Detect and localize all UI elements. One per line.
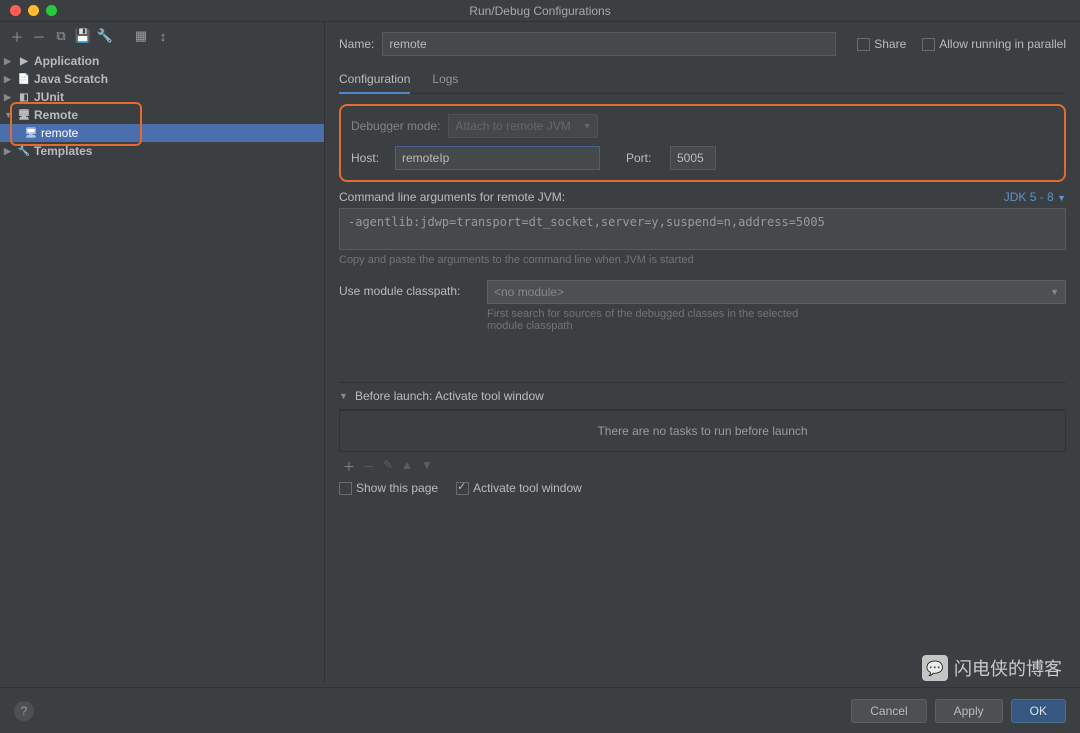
ok-button[interactable]: OK [1011,699,1066,723]
wechat-icon: 💬 [922,655,948,681]
sort-icon[interactable]: ↕ [154,29,172,44]
expand-icon[interactable]: ▶ [4,74,14,85]
debugger-mode-label: Debugger mode: [351,119,440,133]
scratch-icon: 📄 [17,72,31,86]
wrench-icon[interactable]: 🔧 [96,28,114,44]
tree-label: JUnit [34,90,64,104]
config-tree: ▶ ▶ Application ▶ 📄 Java Scratch ▶ ◧ JUn… [0,50,324,682]
apply-button[interactable]: Apply [935,699,1003,723]
cli-args-textarea[interactable]: -agentlib:jdwp=transport=dt_socket,serve… [339,208,1066,250]
junit-icon: ◧ [17,90,31,104]
expand-icon[interactable]: ▶ [4,92,14,103]
watermark: 💬 闪电侠的博客 [922,655,1062,681]
collapse-icon[interactable]: ▼ [4,110,14,120]
before-launch-section[interactable]: ▼ Before launch: Activate tool window [339,382,1066,410]
port-label: Port: [626,151,662,165]
name-input[interactable] [382,32,836,56]
name-label: Name: [339,37,374,51]
tree-label: remote [41,126,78,140]
cli-hint: Copy and paste the arguments to the comm… [339,254,1066,266]
share-checkbox[interactable]: Share [857,37,906,51]
expand-icon[interactable]: ▶ [4,56,14,67]
tree-item-templates[interactable]: ▶ 🔧 Templates [0,142,324,160]
host-input[interactable] [395,146,600,170]
add-task-icon[interactable]: ＋ [343,458,355,475]
before-launch-toolbar: ＋ － ✎ ▲ ▼ [339,452,1066,481]
tree-label: Remote [34,108,78,122]
debugger-mode-combo[interactable]: Attach to remote JVM ▼ [448,114,598,138]
chevron-down-icon: ▼ [582,121,591,131]
remote-icon: 🖥 [17,108,31,122]
tab-logs[interactable]: Logs [432,66,458,93]
edit-task-icon[interactable]: ✎ [383,458,393,475]
module-hint: First search for sources of the debugged… [487,308,827,332]
sidebar-toolbar: ＋ － ⧉ 💾 🔧 ▦ ↕ [0,22,324,50]
window-title: Run/Debug Configurations [0,4,1080,18]
tab-configuration[interactable]: Configuration [339,66,410,94]
down-icon[interactable]: ▼ [421,458,433,475]
up-icon[interactable]: ▲ [401,458,413,475]
allow-parallel-label: Allow running in parallel [939,37,1066,51]
remove-icon[interactable]: － [30,27,48,46]
show-page-checkbox[interactable]: Show this page [339,481,438,495]
debugger-mode-value: Attach to remote JVM [455,119,570,133]
help-icon[interactable]: ? [14,701,34,721]
app-icon: ▶ [17,54,31,68]
tree-label: Templates [34,144,92,158]
expand-icon[interactable]: ▶ [4,146,14,157]
footer: ? Cancel Apply OK [0,687,1080,733]
remove-task-icon[interactable]: － [363,458,375,475]
copy-icon[interactable]: ⧉ [52,28,70,44]
tree-item-application[interactable]: ▶ ▶ Application [0,52,324,70]
content-panel: Name: Share Allow running in parallel Co… [325,22,1080,682]
host-label: Host: [351,151,387,165]
module-classpath-label: Use module classpath: [339,280,479,298]
before-launch-title: Before launch: Activate tool window [355,389,544,403]
remote-config-icon: 🖥 [24,126,38,140]
activate-tool-checkbox[interactable]: Activate tool window [456,481,582,495]
add-icon[interactable]: ＋ [8,27,26,46]
no-tasks-text: There are no tasks to run before launch [597,424,807,438]
titlebar: Run/Debug Configurations [0,0,1080,22]
port-input[interactable] [670,146,716,170]
tabs: Configuration Logs [339,66,1066,94]
allow-parallel-checkbox[interactable]: Allow running in parallel [922,37,1066,51]
tree-item-java-scratch[interactable]: ▶ 📄 Java Scratch [0,70,324,88]
jdk-version-link[interactable]: JDK 5 - 8 ▼ [1004,190,1066,204]
sidebar: ＋ － ⧉ 💾 🔧 ▦ ↕ ▶ ▶ Application ▶ 📄 Java S… [0,22,325,682]
tree-label: Application [34,54,99,68]
show-page-label: Show this page [356,481,438,495]
module-classpath-combo[interactable]: <no module> ▼ [487,280,1066,304]
watermark-text: 闪电侠的博客 [954,655,1062,681]
activate-tool-label: Activate tool window [473,481,582,495]
tree-label: Java Scratch [34,72,108,86]
tree-item-remote[interactable]: ▼ 🖥 Remote [0,106,324,124]
cli-args-label: Command line arguments for remote JVM: [339,190,565,204]
highlight-annotation-main: Debugger mode: Attach to remote JVM ▼ Ho… [339,104,1066,182]
templates-icon: 🔧 [17,144,31,158]
tree-item-remote-child[interactable]: 🖥 remote [0,124,324,142]
share-label: Share [874,37,906,51]
cancel-button[interactable]: Cancel [851,699,926,723]
collapse-icon[interactable]: ▼ [339,391,349,401]
save-icon[interactable]: 💾 [74,28,92,44]
chevron-down-icon: ▼ [1050,287,1059,297]
module-value: <no module> [494,285,564,299]
folder-icon[interactable]: ▦ [132,28,150,44]
chevron-down-icon: ▼ [1057,193,1066,203]
before-launch-tasks: There are no tasks to run before launch [339,410,1066,452]
tree-item-junit[interactable]: ▶ ◧ JUnit [0,88,324,106]
